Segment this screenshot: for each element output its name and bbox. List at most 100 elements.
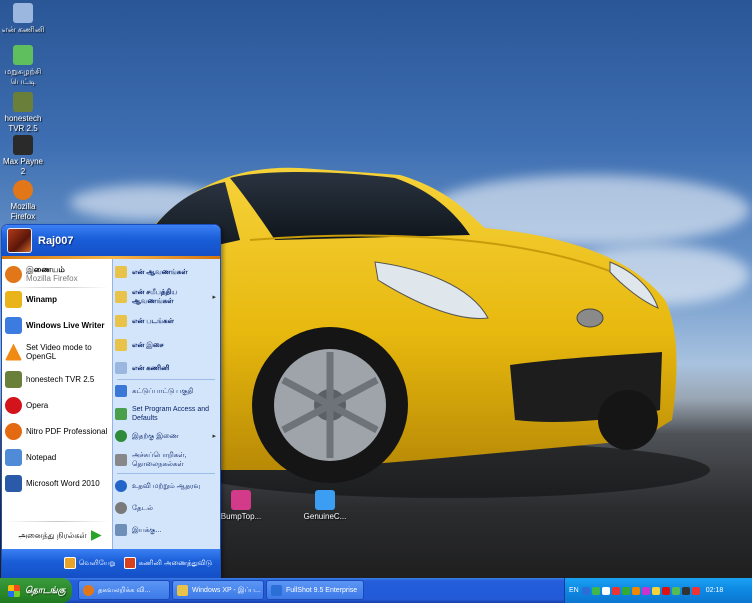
explorer-icon xyxy=(177,584,188,596)
fullshot-icon xyxy=(271,584,282,596)
tray-icon[interactable] xyxy=(581,586,590,595)
bumptop-icon xyxy=(231,490,251,510)
recent-item-vlc-opengl[interactable]: Set Video mode to OpenGL xyxy=(5,343,111,361)
logoff-icon xyxy=(63,557,76,569)
word-icon xyxy=(5,475,22,492)
desktop-icon-label: GenuineC... xyxy=(303,512,347,521)
menu-item-control-panel[interactable]: கட்டுப்பாட்டு பகுதி xyxy=(115,385,219,397)
notepad-icon xyxy=(5,449,22,466)
menu-item-my-computer[interactable]: என் கணினி xyxy=(115,362,219,374)
desktop-icon-genuine-check[interactable]: GenuineC... xyxy=(302,490,348,522)
firefox-icon xyxy=(13,180,33,200)
start-button-label: தொடங்கு xyxy=(25,584,66,595)
recent-item-label: Microsoft Word 2010 xyxy=(26,479,100,488)
power-icon xyxy=(123,557,136,569)
tray-icon[interactable] xyxy=(591,586,600,595)
control-panel-icon xyxy=(115,385,127,397)
recent-item-notepad[interactable]: Notepad xyxy=(5,449,111,466)
menu-item-recent-documents[interactable]: என் சமீபத்திய ஆவணங்கள் ▸ xyxy=(115,288,219,306)
my-computer-icon xyxy=(115,362,127,374)
menu-item-label: இதற்கு இணை xyxy=(132,432,179,440)
menu-item-printers[interactable]: அச்சுப்பொறிகள், தொலைநகல்கள் xyxy=(115,451,219,469)
taskbar-button-fullshot[interactable]: FullShot 9.5 Enterprise xyxy=(266,580,364,600)
user-avatar[interactable] xyxy=(7,228,32,253)
recent-documents-icon xyxy=(115,291,127,303)
desktop-icon-max-payne[interactable]: Max Payne 2 xyxy=(0,135,46,177)
taskbar-button-label: தகவலறிக்க வி... xyxy=(98,586,151,594)
connect-to-icon xyxy=(115,430,127,442)
tray-icon[interactable] xyxy=(611,586,620,595)
recent-item-word-2010[interactable]: Microsoft Word 2010 xyxy=(5,475,111,492)
start-menu-right-pane: என் ஆவணங்கள் என் சமீபத்திய ஆவணங்கள் ▸ என… xyxy=(113,259,220,551)
recent-item-label: Windows Live Writer xyxy=(26,321,105,330)
start-menu-left-pane: இணையம் Mozilla Firefox Winamp Windows Liv… xyxy=(2,259,113,551)
desktop-icon-recycle-bin[interactable]: மறுசுழற்சி பெட்டி xyxy=(0,45,46,87)
menu-item-connect-to[interactable]: இதற்கு இணை ▸ xyxy=(115,430,219,442)
chevron-right-icon: ▸ xyxy=(212,293,216,301)
desktop-icon-label: honestech TVR 2.5 xyxy=(4,114,42,133)
desktop-icon-my-computer[interactable]: என் கணினி xyxy=(0,3,46,35)
tray-icon[interactable] xyxy=(621,586,630,595)
desktop-icon-label: என் கணினி xyxy=(1,25,45,34)
menu-item-run[interactable]: இயக்கு... xyxy=(115,524,219,536)
desktop-icon-honestech-tvr[interactable]: honestech TVR 2.5 xyxy=(0,92,46,134)
menu-item-program-access[interactable]: Set Program Access and Defaults xyxy=(115,405,219,423)
menu-item-label: உதவி மற்றும் ஆதரவு xyxy=(132,482,201,490)
genuine-check-icon xyxy=(315,490,335,510)
tray-icon[interactable] xyxy=(691,586,700,595)
desktop-icon-label: Max Payne 2 xyxy=(2,157,44,176)
recycle-bin-icon xyxy=(13,45,33,65)
all-programs-label: அனைத்து நிரல்கள் xyxy=(18,530,87,540)
program-access-icon xyxy=(115,408,127,420)
menu-item-help[interactable]: உதவி மற்றும் ஆதரவு xyxy=(115,480,219,492)
system-tray: EN 02:18 xyxy=(564,578,752,603)
recent-item-live-writer[interactable]: Windows Live Writer xyxy=(5,317,111,334)
logoff-label: வெளியேறு xyxy=(78,559,116,567)
divider xyxy=(6,287,109,288)
taskbar: தொடங்கு தகவலறிக்க வி... Windows XP - இப்… xyxy=(0,578,752,603)
clock[interactable]: 02:18 xyxy=(706,587,724,594)
start-menu: Raj007 இணையம் Mozilla Firefox Winamp Wind… xyxy=(1,224,221,578)
desktop-icon-firefox[interactable]: Mozilla Firefox xyxy=(0,180,46,222)
start-menu-footer: வெளியேறு கணினி அணைத்துவிடு xyxy=(2,549,220,577)
menu-item-my-documents[interactable]: என் ஆவணங்கள் xyxy=(115,266,219,278)
tray-icon[interactable] xyxy=(681,586,690,595)
logoff-button[interactable]: வெளியேறு xyxy=(63,557,116,569)
max-payne-icon xyxy=(13,135,33,155)
tray-icon[interactable] xyxy=(651,586,660,595)
nitro-pdf-icon xyxy=(5,423,22,440)
desktop-icon-label: Mozilla Firefox xyxy=(10,202,36,221)
all-programs-button[interactable]: அனைத்து நிரல்கள் xyxy=(10,530,110,541)
shutdown-button[interactable]: கணினி அணைத்துவிடு xyxy=(123,557,212,569)
menu-item-search[interactable]: தேடல் xyxy=(115,502,219,514)
username: Raj007 xyxy=(38,234,74,247)
divider xyxy=(117,473,215,474)
tray-icon[interactable] xyxy=(631,586,640,595)
printers-icon xyxy=(115,454,127,466)
taskbar-button-explorer[interactable]: Windows XP - இப்ப... xyxy=(172,580,264,600)
language-indicator[interactable]: EN xyxy=(569,587,579,594)
recent-item-nitro-pdf[interactable]: Nitro PDF Professional xyxy=(5,423,111,440)
recent-item-label: Notepad xyxy=(26,453,57,462)
tray-icon[interactable] xyxy=(601,586,610,595)
live-writer-icon xyxy=(5,317,22,334)
tray-icon[interactable] xyxy=(671,586,680,595)
start-button[interactable]: தொடங்கு xyxy=(0,578,72,603)
recent-item-honestech-tvr[interactable]: honestech TVR 2.5 xyxy=(5,371,111,388)
taskbar-button-firefox[interactable]: தகவலறிக்க வி... xyxy=(78,580,170,600)
desktop-icon-bumptop[interactable]: BumpTop... xyxy=(218,490,264,522)
menu-item-my-pictures[interactable]: என் படங்கள் xyxy=(115,315,219,327)
recent-item-winamp[interactable]: Winamp xyxy=(5,291,111,308)
recent-item-opera[interactable]: Opera xyxy=(5,397,111,414)
menu-item-label: கட்டுப்பாட்டு பகுதி xyxy=(132,387,194,395)
help-icon xyxy=(115,480,127,492)
pinned-item-internet[interactable]: இணையம் Mozilla Firefox xyxy=(5,265,111,283)
run-icon xyxy=(115,524,127,536)
my-music-icon xyxy=(115,339,127,351)
recent-item-label: Winamp xyxy=(26,295,58,304)
tray-icon[interactable] xyxy=(661,586,670,595)
menu-item-label: என் ஆவணங்கள் xyxy=(132,268,188,276)
menu-item-my-music[interactable]: என் இசை xyxy=(115,339,219,351)
my-computer-icon xyxy=(13,3,33,23)
tray-icon[interactable] xyxy=(641,586,650,595)
